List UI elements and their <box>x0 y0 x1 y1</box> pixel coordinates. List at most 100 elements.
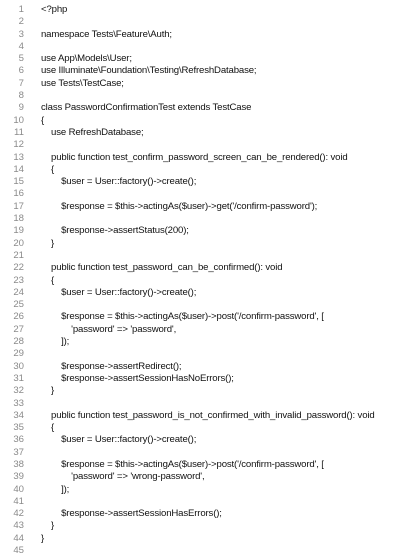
line-number: 34 <box>13 409 24 421</box>
line-number: 33 <box>13 397 24 409</box>
code-text[interactable]: public function test_password_is_not_con… <box>41 410 375 422</box>
code-text[interactable]: $response = $this->actingAs($user)->get(… <box>41 201 317 213</box>
line-number: 5 <box>18 53 24 65</box>
code-line[interactable]: 22 public function test_password_can_be_… <box>0 262 410 274</box>
code-line[interactable]: 13 public function test_confirm_password… <box>0 152 410 164</box>
code-line[interactable]: 34 public function test_password_is_not_… <box>0 410 410 422</box>
code-line[interactable]: 32 } <box>0 385 410 397</box>
code-line[interactable]: 1 <?php <box>0 4 410 16</box>
code-text[interactable]: 'password' => 'password', <box>41 324 176 336</box>
code-line[interactable]: 10 { <box>0 115 410 127</box>
code-text[interactable]: class PasswordConfirmationTest extends T… <box>41 102 251 114</box>
code-text[interactable]: $response = $this->actingAs($user)->post… <box>41 459 324 471</box>
code-line[interactable]: 17 $response = $this->actingAs($user)->g… <box>0 201 410 213</box>
code-line[interactable]: 39 'password' => 'wrong-password', <box>0 471 410 483</box>
code-text[interactable]: $response->assertSessionHasNoErrors(); <box>41 373 234 385</box>
code-text[interactable]: $response = $this->actingAs($user)->post… <box>41 311 324 323</box>
code-line[interactable]: 6 use Illuminate\Foundation\Testing\Refre… <box>0 65 410 77</box>
code-text[interactable]: } <box>41 238 54 250</box>
code-text[interactable]: <?php <box>41 4 67 16</box>
code-text[interactable]: use Tests\TestCase; <box>41 78 124 90</box>
code-line[interactable]: 12 <box>0 139 410 151</box>
code-text[interactable]: } <box>41 533 44 545</box>
line-number: 41 <box>13 495 24 507</box>
code-line[interactable]: 11 use RefreshDatabase; <box>0 127 410 139</box>
code-line[interactable]: 24 $user = User::factory()->create(); <box>0 287 410 299</box>
line-number: 44 <box>13 532 24 544</box>
code-line[interactable]: 23 { <box>0 275 410 287</box>
code-line[interactable]: 20 } <box>0 238 410 250</box>
code-editor[interactable]: 1 <?php 2 3 namespace Tests\Feature\Auth; … <box>0 4 410 557</box>
code-line[interactable]: 43 } <box>0 520 410 532</box>
code-line[interactable]: 37 <box>0 447 410 459</box>
line-number: 43 <box>13 520 24 532</box>
code-text[interactable]: use App\Models\User; <box>41 53 132 65</box>
code-line[interactable]: 40 ]); <box>0 484 410 496</box>
code-line[interactable]: 35 { <box>0 422 410 434</box>
code-text[interactable]: $user = User::factory()->create(); <box>41 434 196 446</box>
code-text[interactable]: ]); <box>41 336 69 348</box>
code-text[interactable]: 'password' => 'wrong-password', <box>41 471 204 483</box>
code-line[interactable]: 30 $response->assertRedirect(); <box>0 361 410 373</box>
code-line[interactable]: 4 <box>0 41 410 53</box>
code-text[interactable]: $response->assertStatus(200); <box>41 225 189 237</box>
line-number: 7 <box>18 77 24 89</box>
code-text[interactable]: $response->assertSessionHasErrors(); <box>41 508 222 520</box>
code-text[interactable]: { <box>41 164 54 176</box>
code-line[interactable]: 38 $response = $this->actingAs($user)->p… <box>0 459 410 471</box>
code-line[interactable]: 27 'password' => 'password', <box>0 324 410 336</box>
code-line[interactable]: 42 $response->assertSessionHasErrors(); <box>0 508 410 520</box>
code-line[interactable]: 16 <box>0 188 410 200</box>
code-line[interactable]: 18 <box>0 213 410 225</box>
code-line[interactable]: 14 { <box>0 164 410 176</box>
line-number: 3 <box>18 28 24 40</box>
code-line[interactable]: 41 <box>0 496 410 508</box>
code-line[interactable]: 21 <box>0 250 410 262</box>
line-number: 29 <box>13 348 24 360</box>
line-number: 4 <box>18 40 24 52</box>
code-line[interactable]: 7 use Tests\TestCase; <box>0 78 410 90</box>
line-number: 25 <box>13 299 24 311</box>
code-line[interactable]: 8 <box>0 90 410 102</box>
line-number: 37 <box>13 446 24 458</box>
code-line[interactable]: 33 <box>0 398 410 410</box>
line-number: 8 <box>18 90 24 102</box>
code-line[interactable]: 36 $user = User::factory()->create(); <box>0 434 410 446</box>
code-line[interactable]: 9 class PasswordConfirmationTest extends … <box>0 102 410 114</box>
line-number: 42 <box>13 508 24 520</box>
code-line[interactable]: 29 <box>0 348 410 360</box>
code-text[interactable]: } <box>41 385 54 397</box>
code-text[interactable]: $user = User::factory()->create(); <box>41 176 196 188</box>
code-text[interactable]: { <box>41 275 54 287</box>
code-text[interactable]: } <box>41 520 54 532</box>
code-line[interactable]: 19 $response->assertStatus(200); <box>0 225 410 237</box>
code-text[interactable]: $user = User::factory()->create(); <box>41 287 196 299</box>
code-line[interactable]: 26 $response = $this->actingAs($user)->p… <box>0 311 410 323</box>
code-line[interactable]: 25 <box>0 299 410 311</box>
line-number: 39 <box>13 471 24 483</box>
code-text[interactable]: ]); <box>41 484 69 496</box>
code-line[interactable]: 44} <box>0 533 410 545</box>
line-number: 27 <box>13 323 24 335</box>
line-number: 18 <box>13 213 24 225</box>
code-text[interactable]: namespace Tests\Feature\Auth; <box>41 29 172 41</box>
code-text[interactable]: use RefreshDatabase; <box>41 127 144 139</box>
code-line[interactable]: 31 $response->assertSessionHasNoErrors()… <box>0 373 410 385</box>
code-text[interactable]: { <box>41 115 44 127</box>
code-text[interactable]: public function test_password_can_be_con… <box>41 262 283 274</box>
code-line[interactable]: 28 ]); <box>0 336 410 348</box>
code-line[interactable]: 15 $user = User::factory()->create(); <box>0 176 410 188</box>
line-number: 23 <box>13 274 24 286</box>
code-line[interactable]: 3 namespace Tests\Feature\Auth; <box>0 29 410 41</box>
code-text[interactable]: $response->assertRedirect(); <box>41 361 181 373</box>
code-line[interactable]: 5 use App\Models\User; <box>0 53 410 65</box>
code-line[interactable]: 2 <box>0 16 410 28</box>
line-number: 40 <box>13 483 24 495</box>
code-text[interactable]: { <box>41 422 54 434</box>
line-number: 15 <box>13 176 24 188</box>
line-number: 45 <box>13 545 24 557</box>
code-text[interactable]: use Illuminate\Foundation\Testing\Refres… <box>41 65 257 77</box>
line-number: 19 <box>13 225 24 237</box>
code-line[interactable]: 45 <box>0 545 410 557</box>
code-text[interactable]: public function test_confirm_password_sc… <box>41 152 348 164</box>
